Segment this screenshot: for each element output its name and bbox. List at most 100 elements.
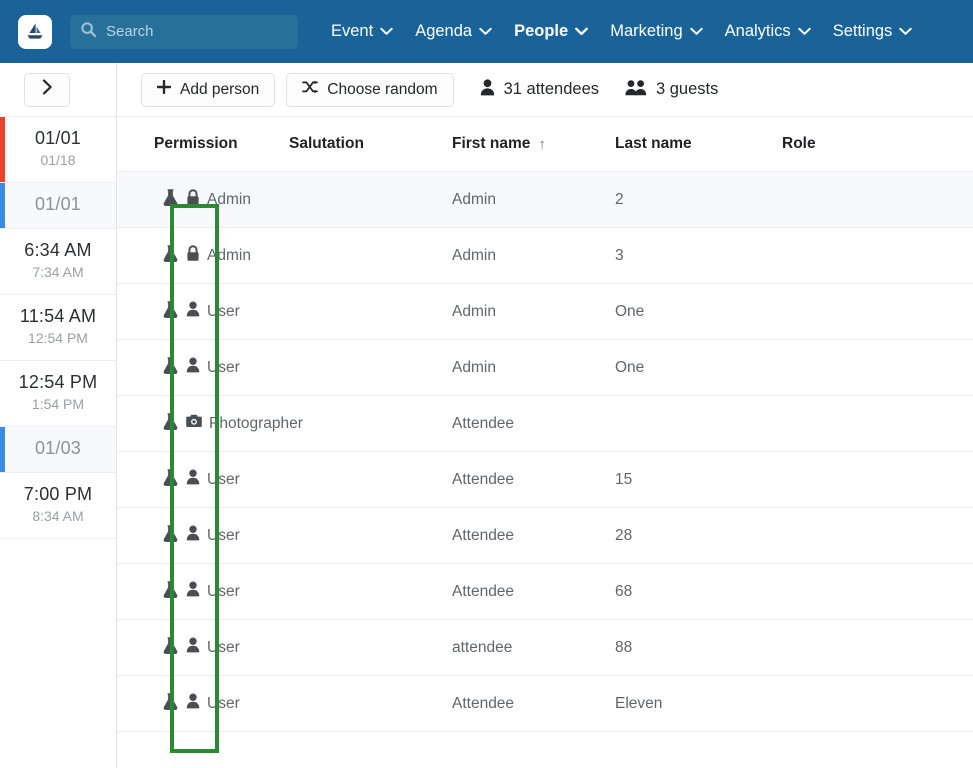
sidebar-toolbar [0, 63, 116, 116]
column-header-last-name[interactable]: Last name [615, 135, 782, 153]
table-row[interactable]: Admin Admin 2 [117, 172, 973, 228]
flask-icon[interactable] [163, 244, 178, 267]
cell-permission[interactable]: Photographer [117, 412, 303, 435]
person-icon[interactable] [186, 469, 200, 490]
cell-first-name[interactable]: attendee [452, 639, 615, 657]
lock-icon[interactable] [186, 188, 200, 211]
column-header-role[interactable]: Role [782, 135, 902, 153]
slot-secondary-label: 8:34 AM [32, 508, 84, 525]
cell-last-name[interactable]: 88 [615, 639, 782, 657]
person-icon[interactable] [186, 637, 200, 658]
cell-last-name[interactable]: 3 [615, 247, 782, 265]
cell-first-name[interactable]: Attendee [452, 695, 615, 713]
nav-item-settings[interactable]: Settings [822, 22, 924, 41]
search-input[interactable] [106, 14, 288, 49]
cell-permission[interactable]: User [117, 468, 289, 491]
flask-icon[interactable] [163, 300, 178, 323]
cell-permission[interactable]: User [117, 636, 289, 659]
search-box[interactable] [70, 14, 298, 49]
person-icon[interactable] [186, 693, 200, 714]
cell-last-name[interactable]: 15 [615, 471, 782, 489]
sidebar-slot[interactable]: 01/03 [0, 427, 116, 473]
lock-icon[interactable] [186, 244, 200, 267]
table-row[interactable]: Photographer Attendee [117, 396, 973, 452]
permission-label: User [207, 638, 240, 656]
people-toolbar: Add person Choose random 31 attendees 3 … [117, 63, 973, 116]
slot-primary-label: 01/01 [34, 128, 82, 148]
attendees-count[interactable]: 31 attendees [480, 78, 599, 101]
cell-last-name[interactable]: One [615, 359, 782, 377]
expand-sidebar-button[interactable] [24, 72, 70, 107]
sidebar-slot[interactable]: 6:34 AM 7:34 AM [0, 229, 116, 295]
cell-permission[interactable]: User [117, 580, 289, 603]
table-row[interactable]: User attendee 88 [117, 620, 973, 676]
nav-item-label: Marketing [610, 22, 683, 40]
table-row[interactable]: User Attendee Eleven [117, 676, 973, 732]
app-logo[interactable] [18, 14, 52, 49]
permission-icon-group [163, 412, 202, 435]
nav-item-event[interactable]: Event [320, 22, 404, 41]
sidebar-slot[interactable]: 11:54 AM 12:54 PM [0, 295, 116, 362]
cell-first-name[interactable]: Admin [452, 191, 615, 209]
flask-icon[interactable] [163, 692, 178, 715]
person-icon[interactable] [186, 357, 200, 378]
cell-first-name[interactable]: Admin [452, 359, 615, 377]
cell-first-name[interactable]: Attendee [452, 527, 615, 545]
flask-icon[interactable] [163, 412, 178, 435]
nav-item-agenda[interactable]: Agenda [404, 22, 503, 41]
guests-count[interactable]: 3 guests [625, 79, 718, 101]
table-row[interactable]: User Attendee 28 [117, 508, 973, 564]
cell-permission[interactable]: User [117, 692, 289, 715]
table-row[interactable]: User Attendee 68 [117, 564, 973, 620]
slot-primary-label: 01/01 [34, 194, 82, 215]
nav-item-analytics[interactable]: Analytics [714, 22, 822, 41]
nav-item-marketing[interactable]: Marketing [599, 22, 713, 41]
person-icon[interactable] [186, 301, 200, 322]
table-row[interactable]: User Admin One [117, 340, 973, 396]
cell-permission[interactable]: User [117, 300, 289, 323]
sidebar-slot[interactable]: 7:00 PM 8:34 AM [0, 473, 116, 540]
cell-last-name[interactable]: 2 [615, 191, 782, 209]
chevron-down-icon [575, 22, 589, 41]
permission-icon-group [163, 188, 200, 211]
nav-item-label: People [514, 22, 569, 40]
cell-first-name[interactable]: Admin [452, 247, 615, 265]
column-header-salutation[interactable]: Salutation [289, 135, 452, 153]
nav-item-people[interactable]: People [503, 22, 599, 41]
column-header-permission[interactable]: Permission [117, 135, 289, 153]
person-icon[interactable] [186, 525, 200, 546]
sidebar-slot[interactable]: 01/01 01/18 [0, 117, 116, 184]
cell-permission[interactable]: User [117, 356, 289, 379]
cell-first-name[interactable]: Attendee [452, 415, 615, 433]
cell-last-name[interactable]: 68 [615, 583, 782, 601]
cell-permission[interactable]: Admin [117, 244, 289, 267]
cell-last-name[interactable]: Eleven [615, 695, 782, 713]
camera-icon[interactable] [186, 414, 202, 433]
sidebar-slot[interactable]: 01/01 [0, 183, 116, 229]
person-icon[interactable] [186, 581, 200, 602]
table-row[interactable]: Admin Admin 3 [117, 228, 973, 284]
slot-primary-label: 6:34 AM [24, 239, 92, 260]
sidebar-slot[interactable]: 12:54 PM 1:54 PM [0, 361, 116, 428]
shuffle-icon [302, 80, 319, 99]
slot-secondary-label: 12:54 PM [28, 330, 88, 347]
column-header-first-name[interactable]: First name ↑ [452, 135, 615, 153]
flask-icon[interactable] [163, 580, 178, 603]
cell-permission[interactable]: Admin [117, 188, 289, 211]
flask-icon[interactable] [163, 468, 178, 491]
cell-first-name[interactable]: Admin [452, 303, 615, 321]
flask-icon[interactable] [163, 636, 178, 659]
add-person-button[interactable]: Add person [141, 72, 276, 107]
choose-random-button[interactable]: Choose random [286, 72, 454, 107]
flask-icon[interactable] [163, 524, 178, 547]
cell-first-name[interactable]: Attendee [452, 583, 615, 601]
table-row[interactable]: User Admin One [117, 284, 973, 340]
cell-permission[interactable]: User [117, 524, 289, 547]
cell-last-name[interactable]: 28 [615, 527, 782, 545]
cell-last-name[interactable]: One [615, 303, 782, 321]
flask-icon[interactable] [163, 356, 178, 379]
table-row[interactable]: User Attendee 15 [117, 452, 973, 508]
cell-first-name[interactable]: Attendee [452, 471, 615, 489]
flask-icon[interactable] [163, 188, 178, 211]
chevron-down-icon [479, 22, 492, 41]
